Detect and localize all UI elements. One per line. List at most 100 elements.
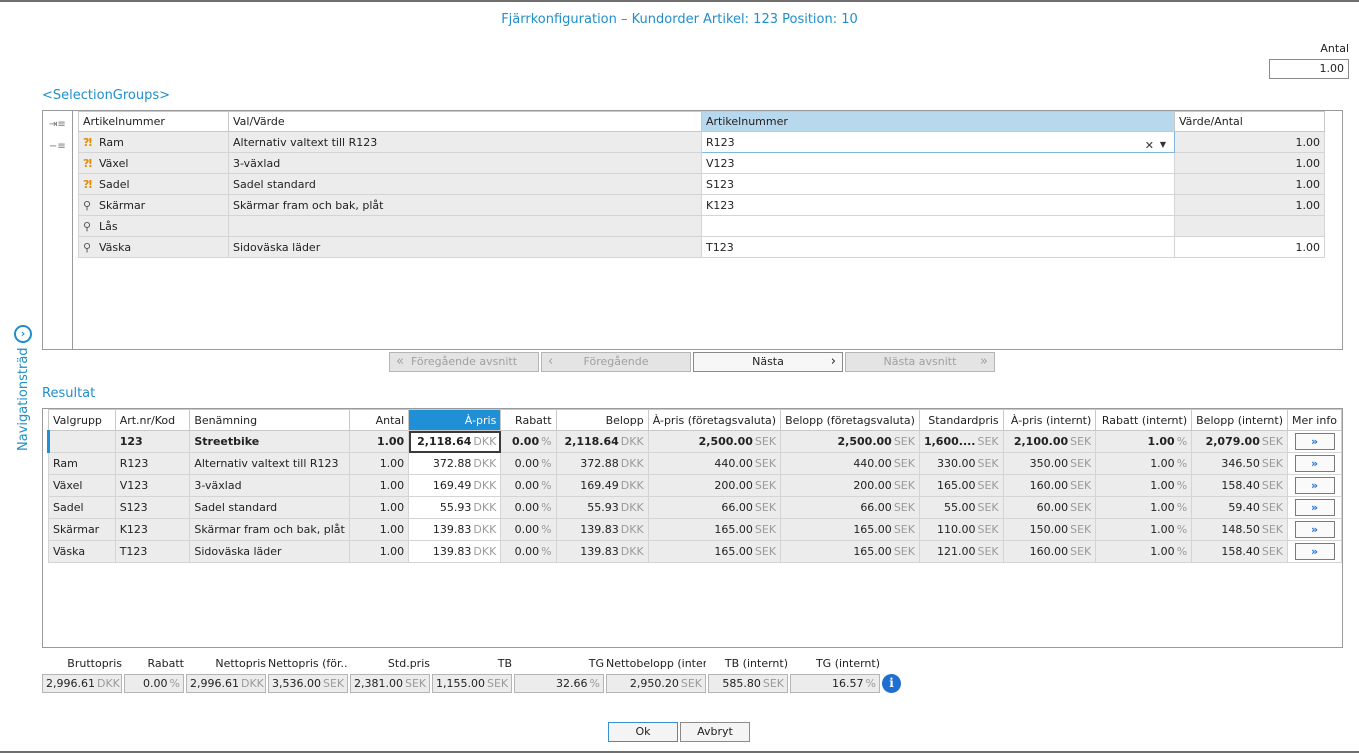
table-row[interactable]: 123 Streetbike 1.00 2,118.64 DKK 0.00% 2,118.6… bbox=[47, 430, 1342, 453]
qty-cell[interactable]: 1.00 bbox=[348, 452, 410, 475]
value-cell[interactable]: Alternativ valtext till R123 bbox=[228, 131, 702, 153]
value-cell[interactable]: Sidoväska läder bbox=[228, 236, 702, 258]
group-cell[interactable]: Sadel bbox=[48, 496, 116, 519]
price-cell[interactable]: 169.49 DKK bbox=[408, 474, 502, 497]
column-header[interactable]: Värde/Antal bbox=[1174, 111, 1325, 132]
name-cell[interactable]: Alternativ valtext till R123 bbox=[189, 452, 350, 475]
table-row[interactable]: Växel V123 3-växlad 1.00 169.49 DKK 0.00% 169.4… bbox=[48, 474, 1342, 497]
group-cell[interactable] bbox=[47, 430, 116, 453]
column-header[interactable]: Valgrupp bbox=[48, 409, 116, 431]
amount-company-cell[interactable]: 440.00 SEK bbox=[780, 452, 920, 475]
column-header[interactable]: Art.nr/Kod bbox=[114, 409, 191, 431]
std-price-cell[interactable]: 165.00 SEK bbox=[918, 474, 1004, 497]
group-cell[interactable]: Ram bbox=[48, 452, 116, 475]
column-header[interactable]: Antal bbox=[348, 409, 410, 431]
price-internal-cell[interactable]: 2,100.00 SEK bbox=[1002, 430, 1097, 453]
amount-company-cell[interactable]: 2,500.00 SEK bbox=[780, 430, 920, 453]
column-header[interactable]: À-pris (internt) bbox=[1002, 409, 1097, 431]
table-row[interactable]: Ram R123 Alternativ valtext till R123 1.00 3… bbox=[48, 452, 1342, 475]
qty-cell[interactable]: 1.00 bbox=[348, 496, 410, 519]
price-internal-cell[interactable]: 150.00 SEK bbox=[1002, 518, 1097, 541]
name-cell[interactable]: Sadel standard bbox=[189, 496, 350, 519]
code-cell[interactable]: 123 bbox=[114, 430, 191, 453]
article-cell[interactable]: V123 bbox=[701, 152, 1175, 174]
qty-cell[interactable]: 1.00 bbox=[348, 430, 410, 453]
price-company-cell[interactable]: 165.00 SEK bbox=[647, 540, 782, 563]
column-header[interactable]: À-pris bbox=[408, 409, 502, 431]
qty-cell[interactable]: 1.00 bbox=[1174, 194, 1325, 216]
qty-cell[interactable]: 1.00 bbox=[348, 540, 410, 563]
column-header[interactable]: Belopp (företagsvaluta) bbox=[780, 409, 920, 431]
more-info-button[interactable]: » bbox=[1294, 433, 1335, 450]
expand-all-icon[interactable]: ⇥≡ bbox=[49, 119, 66, 130]
qty-cell[interactable]: 1.00 bbox=[1174, 152, 1325, 174]
amount-cell[interactable]: 169.49 DKK bbox=[555, 474, 649, 497]
std-price-cell[interactable]: 1,600.... SEK bbox=[918, 430, 1004, 453]
amount-cell[interactable]: 139.83 DKK bbox=[555, 540, 649, 563]
amount-cell[interactable]: 139.83 DKK bbox=[555, 518, 649, 541]
qty-cell[interactable]: 1.00 bbox=[1174, 236, 1325, 258]
price-cell[interactable]: 372.88 DKK bbox=[408, 452, 502, 475]
qty-cell[interactable]: 1.00 bbox=[348, 518, 410, 541]
column-header[interactable]: À-pris (företagsvaluta) bbox=[647, 409, 782, 431]
amount-cell[interactable]: 55.93 DKK bbox=[555, 496, 649, 519]
discount-cell[interactable]: 0.00% bbox=[500, 540, 557, 563]
value-cell[interactable]: Skärmar fram och bak, plåt bbox=[228, 194, 702, 216]
table-row[interactable]: Skärmar K123 Skärmar fram och bak, plåt 1.0… bbox=[48, 518, 1342, 541]
name-cell[interactable]: Sidoväska läder bbox=[189, 540, 350, 563]
article-cell[interactable]: K123 bbox=[701, 194, 1175, 216]
previous-section-button[interactable]: «Föregående avsnitt bbox=[389, 352, 539, 372]
code-cell[interactable]: V123 bbox=[114, 474, 191, 497]
price-company-cell[interactable]: 66.00 SEK bbox=[647, 496, 782, 519]
amount-internal-cell[interactable]: 346.50 SEK bbox=[1191, 452, 1289, 475]
table-row[interactable]: Sadel S123 Sadel standard 1.00 55.93 DKK 0.00%… bbox=[48, 496, 1342, 519]
table-row[interactable]: ⚲ Lås bbox=[78, 215, 1325, 237]
previous-button[interactable]: ‹ Föregående bbox=[541, 352, 691, 372]
table-row[interactable]: ⚲ Väska Sidoväska läder T123 1.00 bbox=[78, 236, 1325, 258]
more-info-button[interactable]: » bbox=[1294, 499, 1335, 516]
discount-internal-cell[interactable]: 1.00% bbox=[1095, 452, 1193, 475]
price-cell[interactable]: 55.93 DKK bbox=[408, 496, 502, 519]
qty-cell[interactable] bbox=[1174, 215, 1325, 237]
qty-cell[interactable]: 1.00 bbox=[1174, 173, 1325, 195]
name-cell[interactable]: 3-växlad bbox=[189, 474, 350, 497]
column-header[interactable]: Standardpris bbox=[918, 409, 1004, 431]
code-cell[interactable]: T123 bbox=[114, 540, 191, 563]
chevron-right-circle-icon[interactable]: › bbox=[14, 325, 32, 343]
amount-internal-cell[interactable]: 59.40 SEK bbox=[1191, 496, 1289, 519]
price-company-cell[interactable]: 440.00 SEK bbox=[647, 452, 782, 475]
value-cell[interactable]: 3-växlad bbox=[228, 152, 702, 174]
info-icon[interactable]: i bbox=[882, 674, 901, 693]
next-section-button[interactable]: Nästa avsnitt» bbox=[845, 352, 995, 372]
amount-internal-cell[interactable]: 2,079.00 SEK bbox=[1191, 430, 1289, 453]
std-price-cell[interactable]: 55.00 SEK bbox=[918, 496, 1004, 519]
amount-company-cell[interactable]: 66.00 SEK bbox=[780, 496, 920, 519]
navigation-tree-label[interactable]: Navigationsträd bbox=[16, 347, 31, 451]
price-cell[interactable]: 139.83 DKK bbox=[408, 540, 502, 563]
article-cell[interactable]: S123 bbox=[701, 173, 1175, 195]
article-cell[interactable]: T123 bbox=[701, 236, 1175, 258]
table-row[interactable]: ⁈ Växel 3-växlad V123 1.00 bbox=[78, 152, 1325, 174]
discount-internal-cell[interactable]: 1.00% bbox=[1095, 430, 1193, 453]
group-cell[interactable]: Växel bbox=[48, 474, 116, 497]
article-cell[interactable] bbox=[701, 215, 1175, 237]
price-internal-cell[interactable]: 160.00 SEK bbox=[1002, 474, 1097, 497]
amount-cell[interactable]: 372.88 DKK bbox=[555, 452, 649, 475]
amount-cell[interactable]: 2,118.64 DKK bbox=[555, 430, 649, 453]
qty-cell[interactable]: 1.00 bbox=[1174, 131, 1325, 153]
discount-cell[interactable]: 0.00% bbox=[500, 452, 557, 475]
group-cell[interactable]: Väska bbox=[48, 540, 116, 563]
clear-icon[interactable]: ✕ bbox=[1145, 139, 1154, 152]
article-combo-value[interactable]: R123 bbox=[706, 136, 735, 149]
std-price-cell[interactable]: 110.00 SEK bbox=[918, 518, 1004, 541]
column-header[interactable]: Rabatt (internt) bbox=[1095, 409, 1193, 431]
price-company-cell[interactable]: 165.00 SEK bbox=[647, 518, 782, 541]
price-cell[interactable]: 139.83 DKK bbox=[408, 518, 502, 541]
cancel-button[interactable]: Avbryt bbox=[680, 722, 750, 742]
navigation-tree-toggle[interactable]: › Navigationsträd bbox=[2, 325, 42, 455]
discount-internal-cell[interactable]: 1.00% bbox=[1095, 496, 1193, 519]
table-row[interactable]: ⁈ Ram Alternativ valtext till R123 R123 ✕ ▼… bbox=[78, 131, 1325, 153]
column-header[interactable]: Belopp bbox=[555, 409, 649, 431]
value-cell[interactable] bbox=[228, 215, 702, 237]
code-cell[interactable]: K123 bbox=[114, 518, 191, 541]
